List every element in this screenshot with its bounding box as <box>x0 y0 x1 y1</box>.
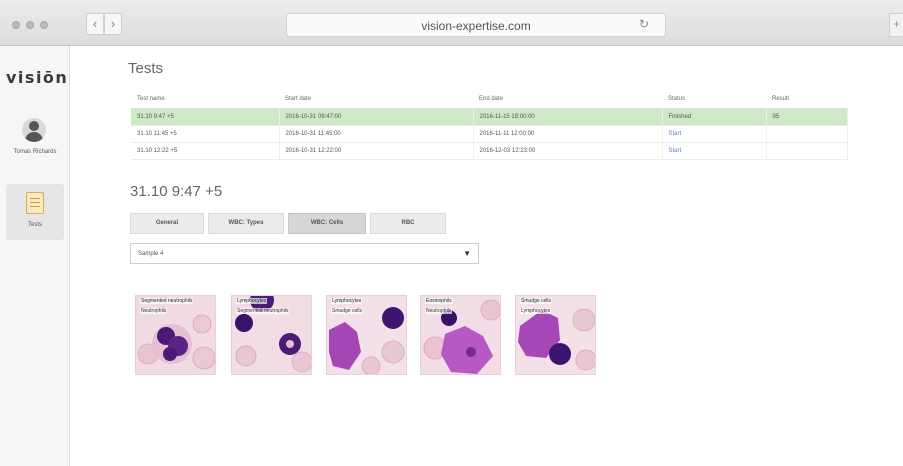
address-bar[interactable]: vision-expertise.com ↻ <box>286 13 666 37</box>
start-date-cell: 2016-10-31 12:22:00 <box>279 142 474 160</box>
test-name-cell: 31.10 9:47 +5 <box>131 108 280 126</box>
user-icon <box>29 121 39 131</box>
zoom-window-button[interactable] <box>40 21 48 29</box>
start-test-link[interactable]: Start <box>662 142 767 160</box>
tab-rbc[interactable]: RBC <box>370 213 446 234</box>
cell-label: Eosinophils <box>425 298 453 304</box>
cell-sublabel: Segmented neutrophils <box>236 308 290 314</box>
chevron-right-icon: › <box>110 16 116 31</box>
table-header-row: Test name Start date End date Status Res… <box>131 91 847 109</box>
tab-wbc-cells[interactable]: WBC: Cells <box>288 213 366 234</box>
detail-tabs: General WBC: Types WBC: Cells RBC <box>130 213 446 234</box>
cell-label: Lymphocytes <box>236 298 268 304</box>
cell-sublabel: Smudge cells <box>331 308 364 314</box>
test-detail-title: 31.10 9:47 +5 <box>130 183 223 200</box>
cell-sublabel: Neutrophils <box>140 308 168 314</box>
sample-select-value: Sample 4 <box>138 251 164 257</box>
column-header[interactable]: Start date <box>279 91 473 109</box>
start-date-cell: 2016-10-31 11:45:00 <box>279 125 474 143</box>
cell-image-card[interactable]: Eosinophils Neutrophils <box>420 295 501 375</box>
minimize-window-button[interactable] <box>26 21 34 29</box>
cell-label: Lymphocytes <box>331 298 363 304</box>
column-header[interactable]: End date <box>473 91 662 109</box>
page-title: Tests <box>128 60 164 77</box>
start-date-cell: 2016-10-31 09:47:00 <box>279 108 474 126</box>
end-date-cell: 2016-11-11 12:00:00 <box>473 125 663 143</box>
cell-image-card[interactable]: Lymphocytes Smudge cells <box>326 295 407 375</box>
result-cell <box>766 142 848 160</box>
column-header[interactable]: Test name <box>131 91 279 109</box>
cell-image-card[interactable]: Smudge cells Lymphocytes <box>515 295 596 375</box>
table-row[interactable]: 31.10 12:22 +5 2016-10-31 12:22:00 2016-… <box>131 142 848 160</box>
cell-label: Segmented neutrophils <box>140 298 194 304</box>
reload-icon[interactable]: ↻ <box>639 17 649 31</box>
cell-sublabel: Lymphocytes <box>520 308 552 314</box>
forward-button[interactable]: › <box>104 13 122 35</box>
sidebar-item-tests[interactable]: Tests <box>6 184 64 240</box>
tab-general[interactable]: General <box>130 213 204 234</box>
back-button[interactable]: ‹ <box>86 13 104 35</box>
caret-down-icon: ▼ <box>463 249 471 258</box>
tab-wbc-types[interactable]: WBC: Types <box>208 213 284 234</box>
table-row[interactable]: 31.10 9:47 +5 2016-10-31 09:47:00 2016-1… <box>131 108 848 126</box>
cell-gallery: Segmented neutrophils Neutrophils Lympho… <box>135 295 605 375</box>
test-name-cell: 31.10 11:45 +5 <box>131 125 280 143</box>
new-tab-button[interactable]: + <box>889 13 903 37</box>
sidebar-item-label: Tests <box>27 222 42 228</box>
url-text: vision-expertise.com <box>421 19 531 33</box>
column-header[interactable]: Status <box>662 91 766 109</box>
start-test-link[interactable]: Start <box>662 125 767 143</box>
user-name[interactable]: Tomas Richards <box>0 149 70 155</box>
status-cell: Finished <box>662 108 767 126</box>
cell-image-card[interactable]: Lymphocytes Segmented neutrophils <box>231 295 312 375</box>
result-cell <box>766 125 848 143</box>
cell-label: Smudge cells <box>520 298 553 304</box>
document-icon <box>26 192 44 214</box>
cell-sublabel: Neutrophils <box>425 308 453 314</box>
tests-table: Test name Start date End date Status Res… <box>131 91 848 160</box>
sample-select[interactable]: Sample 4 ▼ <box>130 243 479 264</box>
result-cell: 95 <box>766 108 848 126</box>
table-row[interactable]: 31.10 11:45 +5 2016-10-31 11:45:00 2016-… <box>131 125 848 143</box>
app-sidebar: visiōn Tomas Richards Tests <box>0 46 70 466</box>
cell-image-card[interactable]: Segmented neutrophils Neutrophils <box>135 295 216 375</box>
app-logo: visiōn <box>6 68 69 87</box>
chevron-left-icon: ‹ <box>92 16 98 31</box>
end-date-cell: 2016-11-15 18:00:00 <box>473 108 663 126</box>
plus-icon: + <box>892 17 900 31</box>
column-header[interactable]: Result <box>766 91 847 109</box>
avatar[interactable] <box>22 118 46 142</box>
end-date-cell: 2016-12-03 12:23:00 <box>473 142 663 160</box>
user-icon-body <box>25 132 43 142</box>
close-window-button[interactable] <box>12 21 20 29</box>
browser-toolbar: ‹ › vision-expertise.com ↻ + <box>0 0 903 46</box>
test-name-cell: 31.10 12:22 +5 <box>131 142 280 160</box>
